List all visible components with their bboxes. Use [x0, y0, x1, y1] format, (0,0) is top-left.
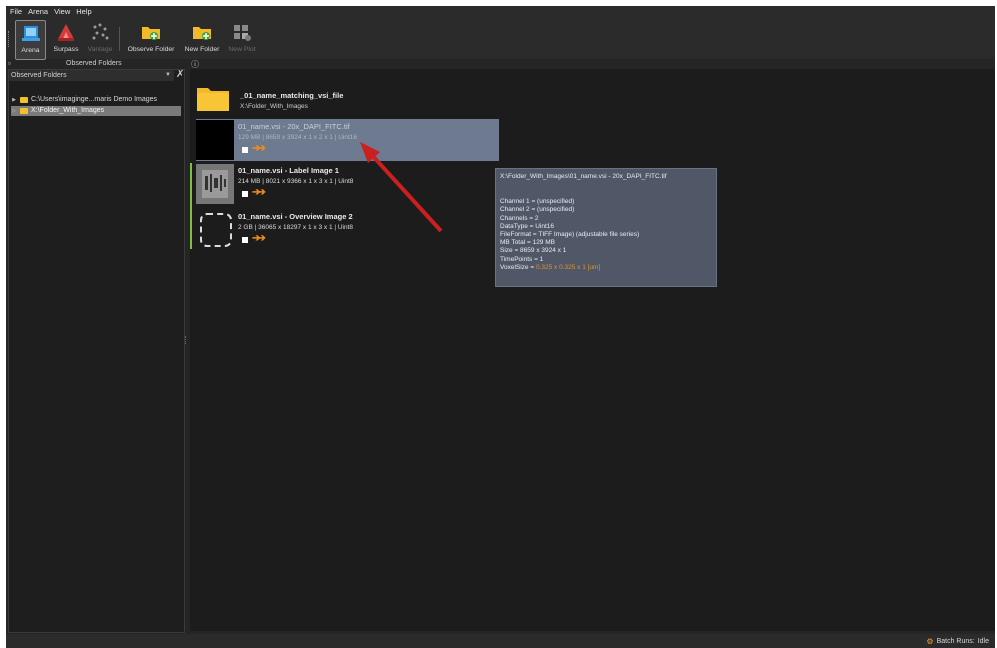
new-folder-icon [191, 21, 213, 43]
tooltip-line: DataType = Uint16 [500, 222, 555, 230]
tooltip-path: X:\Folder_With_Images\01_name.vsi - 20x_… [500, 173, 667, 180]
tree-item-label: C:\Users\imaginge...maris Demo Images [31, 96, 158, 103]
status-bar: ⚙ Batch Runs: Idle [6, 634, 995, 648]
double-arrow-icon[interactable]: ➔➔ [252, 233, 266, 244]
voxel-label: VoxelSize = [500, 263, 536, 271]
new-folder-label: New Folder [184, 46, 220, 53]
info-circle-icon[interactable]: ⓘ [191, 60, 199, 69]
file-thumbnail-placeholder [196, 210, 234, 250]
observe-folder-icon [140, 21, 162, 43]
menu-bar: File Arena View Help [6, 6, 995, 17]
vantage-icon [89, 21, 111, 43]
file-checkbox[interactable] [242, 191, 248, 197]
arena-label: Arena [21, 47, 40, 54]
large-folder-icon [196, 84, 230, 112]
tooltip-line: MB Total = 129 MB [500, 239, 555, 247]
file-title: 01_name.vsi - 20x_DAPI_FITC.tif [238, 122, 350, 131]
observe-folder-label: Observe Folder [127, 46, 175, 53]
imaris-arena-window: File Arena View Help Arena Surpass Vanta… [6, 6, 995, 648]
file-title: 01_name.vsi - Overview Image 2 [238, 212, 353, 221]
file-title: 01_name.vsi - Label Image 1 [238, 166, 339, 175]
batch-runs-state: Idle [977, 638, 989, 645]
toolbar: Arena Surpass Vantage Observe Folder New… [6, 17, 995, 60]
toolbar-separator [119, 27, 120, 51]
folder-title: _01_name_matching_vsi_file [240, 91, 344, 100]
combo-value: Observed Folders [11, 72, 67, 79]
new-plot-label: New Plot [228, 46, 256, 53]
menu-arena[interactable]: Arena [28, 7, 48, 16]
double-arrow-icon[interactable]: ➔➔ [252, 143, 266, 154]
batch-runs-icon: ⚙ [926, 637, 934, 646]
tooltip-line: Channels = 2 [500, 214, 539, 222]
file-info-tooltip: X:\Folder_With_Images\01_name.vsi - 20x_… [495, 168, 717, 287]
new-plot-button[interactable]: New Plot [226, 20, 258, 58]
tooltip-line: Size = 8659 x 3924 x 1 [500, 247, 567, 255]
batch-runs-label: Batch Runs: [936, 638, 975, 645]
tree-item-label: X:\Folder_With_Images [31, 107, 105, 114]
observed-folders-title: Observed Folders [66, 60, 122, 67]
arena-icon [20, 22, 42, 44]
tree-item-folder-with-images[interactable]: ▷ X:\Folder_With_Images [11, 106, 181, 116]
toolbar-grip[interactable] [8, 31, 12, 47]
vantage-button[interactable]: Vantage [85, 20, 115, 58]
tooltip-voxel-line: VoxelSize = 0.325 x 0.325 x 1 [um] [500, 264, 712, 272]
tree-item-demo-images[interactable]: ▶ C:\Users\imaginge...maris Demo Images [11, 95, 157, 105]
observed-folders-header: ▫ Observed Folders [8, 59, 188, 69]
new-folder-button[interactable]: New Folder [182, 20, 222, 58]
tools-icon[interactable]: ✗ [176, 69, 184, 80]
folder-icon [20, 108, 28, 114]
file-thumbnail [196, 120, 234, 160]
annotation-arrow [360, 142, 443, 233]
chevron-down-icon: ▼ [165, 72, 171, 78]
vantage-label: Vantage [87, 46, 113, 53]
folder-icon [20, 97, 28, 103]
observed-folders-panel: Observed Folders ▼ ✗ ▶ C:\Users\imaginge… [8, 69, 185, 633]
arena-button[interactable]: Arena [15, 20, 46, 60]
dock-icon[interactable]: ▫ [8, 59, 11, 68]
tooltip-line: TimePoints = 1 [500, 255, 544, 263]
observe-folder-button[interactable]: Observe Folder [124, 20, 178, 58]
group-marker [190, 163, 192, 249]
menu-file[interactable]: File [10, 7, 22, 16]
file-checkbox[interactable] [242, 237, 248, 243]
tooltip-line: Channel 2 = (unspecified) [500, 206, 575, 214]
menu-view[interactable]: View [54, 7, 70, 16]
tooltip-line: Channel 1 = (unspecified) [500, 198, 575, 206]
surpass-label: Surpass [53, 46, 79, 53]
expand-arrow-icon[interactable]: ▶ [11, 95, 17, 105]
surpass-icon [55, 21, 77, 43]
voxel-value: 0.325 x 0.325 x 1 [um] [535, 263, 601, 271]
file-details: 129 MB | 8659 x 3924 x 1 x 2 x 1 | Uint1… [238, 134, 358, 141]
observed-folders-combo[interactable]: Observed Folders ▼ [9, 70, 174, 81]
file-browser: _01_name_matching_vsi_file X:\Folder_Wit… [190, 69, 995, 631]
file-details: 2 GB | 36065 x 18297 x 1 x 3 x 1 | Uint8 [238, 224, 354, 231]
panel-splitter[interactable] [185, 336, 189, 344]
tooltip-line: FileFormat = TIFF Image) (adjustable fil… [500, 231, 640, 239]
expand-arrow-icon[interactable]: ▷ [11, 106, 17, 116]
folder-path: X:\Folder_With_Images [240, 103, 308, 110]
file-checkbox[interactable] [242, 147, 248, 153]
content-header: ⓘ [191, 59, 211, 69]
new-plot-icon [231, 21, 253, 43]
batch-runs-status: ⚙ Batch Runs: Idle [926, 637, 989, 646]
surpass-button[interactable]: Surpass [51, 20, 81, 58]
file-thumbnail [196, 164, 234, 204]
file-details: 214 MB | 8021 x 9366 x 1 x 3 x 1 | Uint8 [238, 178, 354, 185]
menu-help[interactable]: Help [76, 7, 91, 16]
double-arrow-icon[interactable]: ➔➔ [252, 187, 266, 198]
